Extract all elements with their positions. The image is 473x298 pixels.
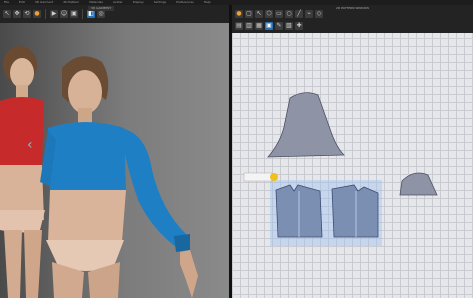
blue-top <box>48 122 126 193</box>
face <box>10 58 34 88</box>
right-sleeve <box>120 128 188 250</box>
camera-icon[interactable]: ◎ <box>97 10 105 18</box>
select-icon[interactable]: ↖ <box>3 10 11 18</box>
toolbar-3d: ↖ ✥ ⟲ ● ▶ ☺ ▣ ◧ ◎ <box>0 5 229 23</box>
underwear <box>0 210 45 233</box>
view-icon[interactable]: ◧ <box>87 10 95 18</box>
viewport-3d-tab[interactable]: 3D GARMENT <box>88 6 115 11</box>
toolbar-divider <box>82 9 83 19</box>
fold-icon[interactable]: ⟲ <box>23 10 31 18</box>
toolbar-divider <box>45 9 46 19</box>
simulate-icon[interactable]: ▶ <box>50 10 58 18</box>
face <box>68 70 102 114</box>
pattern-piece-cuff[interactable] <box>399 172 438 196</box>
measurement-label <box>243 172 273 182</box>
move-icon[interactable]: ✥ <box>13 10 21 18</box>
leg <box>4 230 22 298</box>
chevron-left-icon[interactable]: ‹ <box>27 137 33 153</box>
neck <box>78 108 92 124</box>
torso <box>48 190 126 245</box>
avatar-icon[interactable]: ☺ <box>60 10 68 18</box>
viewport-3d[interactable]: ↖ ✥ ⟲ ● ▶ ☺ ▣ ◧ ◎ 3D GARMENT ‹ <box>0 5 229 298</box>
viewport-2d[interactable]: ● ▢ ↖ ⬡ ▭ ○ ╱ ⌁ ◇ ▤ ▥ ▦ ▣ ✎ ▧ ✚ 2D PATTE… <box>232 5 473 298</box>
red-top <box>0 97 44 167</box>
pattern-piece-sleeve[interactable] <box>267 92 345 158</box>
pattern-canvas[interactable] <box>232 5 473 298</box>
pattern-piece-back[interactable] <box>331 184 379 238</box>
neck <box>16 85 28 99</box>
pin-icon[interactable]: ● <box>33 10 41 18</box>
avatar-blue-top[interactable] <box>40 50 210 298</box>
lock-icon[interactable]: ▣ <box>70 10 78 18</box>
hand <box>180 250 198 298</box>
pin-icon[interactable] <box>270 173 278 181</box>
sleeve-cuff <box>174 234 190 252</box>
